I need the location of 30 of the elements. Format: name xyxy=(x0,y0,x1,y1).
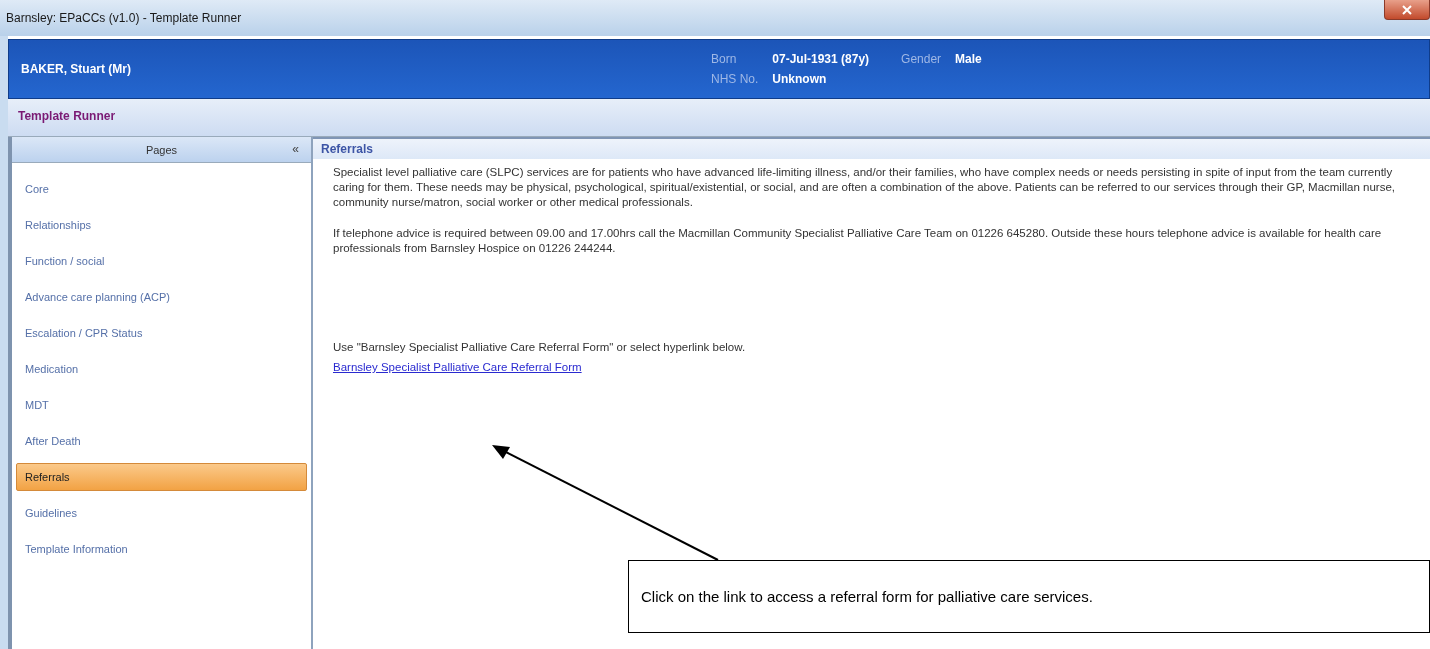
sidebar-item[interactable]: Medication xyxy=(16,351,307,387)
field-label: Gender xyxy=(901,52,942,66)
sidebar-item[interactable]: Template Information xyxy=(16,531,307,567)
close-icon xyxy=(1402,4,1412,15)
paragraph: If telephone advice is required between 09.00 and 17.00hrs call the Macmillan Community Specialist Palliative Care Team on 01226 645280. Outside these hours telephone advice is available for health care professionals from Barnsley Hospice on 01226 244244. xyxy=(333,226,1383,256)
field-value: 07-Jul-1931 (87y) xyxy=(772,52,870,66)
window-title: Barnsley: EPaCCs (v1.0) - Template Runner xyxy=(6,11,242,25)
section-title: Template Runner xyxy=(18,109,116,123)
field-label: NHS No. xyxy=(711,72,759,86)
sidebar-item[interactable]: After Death xyxy=(16,423,307,459)
callout-text: Click on the link to access a referral form for palliative care services. xyxy=(641,588,1093,605)
patient-name: BAKER, Stuart (Mr) xyxy=(21,62,132,76)
field-label: Born xyxy=(711,52,738,66)
referral-form-link[interactable]: Barnsley Specialist Palliative Care Referral Form xyxy=(333,361,582,373)
sidebar-item[interactable]: Core xyxy=(16,171,307,207)
sidebar-item[interactable]: Relationships xyxy=(16,207,307,243)
close-button[interactable] xyxy=(1384,0,1430,20)
field-value: Male xyxy=(955,52,982,66)
sidebar-item[interactable]: Advance care planning (ACP) xyxy=(16,279,307,315)
page-title: Referrals xyxy=(321,142,374,156)
sidebar-item[interactable]: Function / social xyxy=(16,243,307,279)
sidebar-title: Pages xyxy=(145,143,178,156)
sidebar-item[interactable]: Guidelines xyxy=(16,495,307,531)
sidebar-item[interactable]: Referrals xyxy=(16,463,307,491)
field-value: Unknown xyxy=(772,72,828,86)
paragraph: Specialist level palliative care (SLPC) services are for patients who have advanced life-limiting illness, and/or their families, who have complex needs or needs persisting in spite of input from the team currently caring for them. These needs may be physical, psychological, spiritual/existential, or social, and are often a combination of the above. Patients can be referred to our services through their GP, Macmillan nurse, community nurse/matron, social worker or other medical professionals. xyxy=(333,165,1396,210)
sidebar-item[interactable]: Escalation / CPR Status xyxy=(16,315,307,351)
instruction-text: Use "Barnsley Specialist Palliative Care Referral Form" or select hyperlink below. xyxy=(333,341,747,353)
sidebar-item[interactable]: MDT xyxy=(16,387,307,423)
collapse-button[interactable]: « xyxy=(292,142,299,156)
